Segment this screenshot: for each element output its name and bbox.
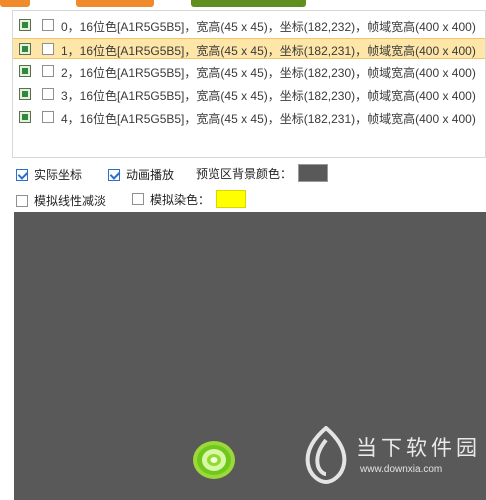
linear-fade-checkbox[interactable] <box>16 194 28 207</box>
actual-coords-label: 实际坐标 <box>34 168 83 182</box>
animate-option[interactable]: 动画播放 <box>108 166 174 183</box>
watermark-text: 当下软件园 <box>356 436 481 460</box>
watermark: 当下软件园 www.downxia.com <box>296 418 486 500</box>
frame-label: 3，16位色[A1R5G5B5]，宽高(45 x 45)，坐标(182,230)… <box>61 89 476 103</box>
frame-row-4[interactable]: 4，16位色[A1R5G5B5]，宽高(45 x 45)，坐标(182,231)… <box>13 107 485 128</box>
frame-checkbox[interactable] <box>42 88 54 100</box>
linear-fade-label: 模拟线性减淡 <box>34 194 107 208</box>
preview-options: 实际坐标 动画播放 预览区背景颜色： 模拟线性减淡 模拟染色： <box>12 162 486 212</box>
tint-label: 模拟染色： <box>150 192 211 207</box>
tint-checkbox[interactable] <box>132 193 144 205</box>
frame-row-0[interactable]: 0，16位色[A1R5G5B5]，宽高(45 x 45)，坐标(182,232)… <box>13 15 485 36</box>
bg-color-option: 预览区背景颜色： <box>196 164 329 182</box>
bg-color-swatch[interactable] <box>298 164 329 182</box>
frame-image-icon <box>19 19 31 31</box>
frame-label: 4，16位色[A1R5G5B5]，宽高(45 x 45)，坐标(182,231)… <box>61 112 476 126</box>
actual-coords-checkbox[interactable] <box>16 168 28 181</box>
frame-image-icon <box>19 43 31 55</box>
frame-checkbox[interactable] <box>42 65 54 77</box>
tint-option: 模拟染色： <box>132 190 247 208</box>
frame-label: 0，16位色[A1R5G5B5]，宽高(45 x 45)，坐标(182,232)… <box>61 20 476 34</box>
frame-row-2[interactable]: 2，16位色[A1R5G5B5]，宽高(45 x 45)，坐标(182,230)… <box>13 61 485 82</box>
frame-image-icon <box>19 88 31 100</box>
toolbar-button-1[interactable] <box>0 0 30 7</box>
animate-label: 动画播放 <box>126 168 175 182</box>
glow-sprite <box>193 441 235 479</box>
toolbar-button-3[interactable] <box>191 0 306 7</box>
tint-color-swatch[interactable] <box>216 190 247 208</box>
frame-checkbox[interactable] <box>42 43 54 55</box>
toolbar-button-2[interactable] <box>76 0 154 7</box>
frame-label: 1，16位色[A1R5G5B5]，宽高(45 x 45)，坐标(182,231)… <box>61 44 476 58</box>
bg-color-label: 预览区背景颜色： <box>196 166 293 181</box>
watermark-logo-icon <box>305 426 347 484</box>
frame-list: 0，16位色[A1R5G5B5]，宽高(45 x 45)，坐标(182,232)… <box>12 10 486 158</box>
linear-fade-option[interactable]: 模拟线性减淡 <box>16 192 106 209</box>
frame-image-icon <box>19 111 31 123</box>
watermark-url: www.downxia.com <box>360 464 443 475</box>
frame-image-icon <box>19 65 31 77</box>
top-toolbar <box>0 0 486 9</box>
frame-row-1[interactable]: 1，16位色[A1R5G5B5]，宽高(45 x 45)，坐标(182,231)… <box>13 38 485 59</box>
frame-checkbox[interactable] <box>42 19 54 31</box>
frame-checkbox[interactable] <box>42 111 54 123</box>
frame-row-3[interactable]: 3，16位色[A1R5G5B5]，宽高(45 x 45)，坐标(182,230)… <box>13 84 485 105</box>
actual-coords-option[interactable]: 实际坐标 <box>16 166 82 183</box>
frame-label: 2，16位色[A1R5G5B5]，宽高(45 x 45)，坐标(182,230)… <box>61 66 476 80</box>
animate-checkbox[interactable] <box>108 168 120 181</box>
